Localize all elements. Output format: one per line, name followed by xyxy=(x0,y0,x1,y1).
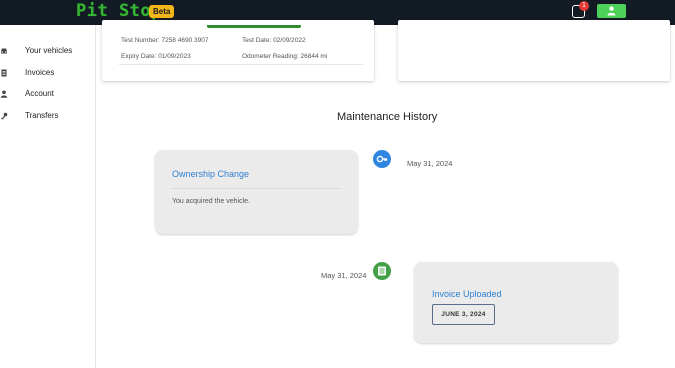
event-text: You acquired the vehicle. xyxy=(172,198,250,205)
key-icon xyxy=(376,155,388,163)
event-title[interactable]: Invoice Uploaded xyxy=(432,289,502,299)
event-date: May 31, 2024 xyxy=(321,271,367,280)
invoice-date-button[interactable]: JUNE 3, 2024 xyxy=(432,304,495,325)
vehicle-info-card xyxy=(398,20,670,81)
timeline-dot xyxy=(373,150,391,168)
person-icon xyxy=(607,6,616,16)
odometer-reading: Odometer Reading: 26844 mi xyxy=(242,53,328,60)
event-title[interactable]: Ownership Change xyxy=(172,169,249,179)
sidebar-item-transfers[interactable]: Transfers xyxy=(0,108,95,128)
beta-badge: Beta xyxy=(149,5,175,18)
car-icon xyxy=(1,48,7,54)
test-date: Test Date: 02/09/2022 xyxy=(242,37,306,44)
notification-count-badge: 1 xyxy=(579,1,589,11)
timeline-event-invoice-uploaded xyxy=(414,262,618,343)
key-icon xyxy=(1,112,8,120)
sidebar-item-label: Your vehicles xyxy=(25,46,73,55)
mot-card xyxy=(102,20,374,81)
sidebar-item-label: Account xyxy=(25,89,54,98)
maintenance-history-title: Maintenance History xyxy=(337,111,438,123)
timeline-dot xyxy=(373,262,391,280)
sidebar-item-account[interactable]: Account xyxy=(0,86,95,106)
card-divider xyxy=(119,64,363,65)
expiry-date: Expiry Date: 01/09/2023 xyxy=(121,53,191,60)
card-header-strip xyxy=(207,25,301,28)
user-menu-button[interactable] xyxy=(597,4,626,18)
sidebar-item-your-vehicles[interactable]: Your vehicles xyxy=(0,43,95,63)
person-icon xyxy=(0,90,8,98)
event-date: May 31, 2024 xyxy=(407,159,453,168)
sidebar-item-label: Transfers xyxy=(25,111,59,120)
sidebar-item-invoices[interactable]: Invoices xyxy=(0,65,95,85)
sidebar-item-label: Invoices xyxy=(25,68,55,77)
event-divider xyxy=(171,188,341,189)
test-number: Test Number: 7258 4690 3907 xyxy=(121,37,209,44)
receipt-icon xyxy=(1,69,7,77)
document-icon xyxy=(378,266,386,276)
timeline-event-ownership-change xyxy=(155,150,358,234)
sidebar: Your vehicles Invoices Account Transfers xyxy=(0,25,96,368)
